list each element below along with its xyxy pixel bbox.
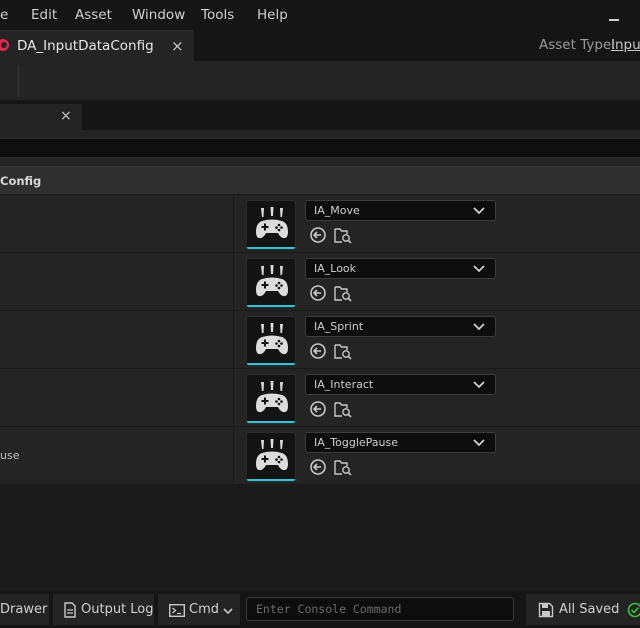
tab-close-icon[interactable]: ×: [171, 37, 184, 55]
asset-picker-combo[interactable]: IA_Sprint: [305, 316, 496, 337]
save-icon: [538, 602, 554, 618]
thumbnail-accent-bar: [247, 479, 295, 481]
thumbnail-accent-bar: [247, 363, 295, 365]
document-tab-strip: DA_InputDataConfig × Asset Type: Input: [0, 30, 640, 61]
details-search-bar[interactable]: [0, 138, 640, 158]
chevron-down-icon: [473, 439, 485, 447]
chevron-down-icon: [473, 265, 485, 273]
arrow-left-circle-icon[interactable]: [309, 400, 327, 418]
panel-tab-strip: ×: [0, 101, 640, 130]
thumbnail-accent-bar: [247, 305, 295, 307]
arrow-left-circle-icon[interactable]: [309, 458, 327, 476]
menu-tools[interactable]: Tools: [201, 7, 234, 23]
gamepad-icon: [256, 439, 288, 471]
asset-picker-value: IA_Sprint: [314, 320, 364, 333]
arrow-left-circle-icon[interactable]: [309, 226, 327, 244]
column-divider[interactable]: [233, 195, 234, 253]
category-header[interactable]: Config: [0, 166, 640, 195]
column-divider[interactable]: [233, 369, 234, 427]
menu-bar: e Edit Asset Window Tools Help: [0, 0, 640, 30]
menu-edit[interactable]: Edit: [31, 7, 57, 23]
folder-search-icon[interactable]: [334, 284, 352, 302]
details-spacer-band: [0, 158, 640, 166]
chevron-down-icon: [473, 381, 485, 389]
output-log-icon: [64, 602, 76, 618]
gamepad-icon: [256, 323, 288, 355]
menu-help[interactable]: Help: [257, 7, 288, 23]
asset-thumbnail[interactable]: [246, 432, 296, 482]
asset-picker-combo[interactable]: IA_TogglePause: [305, 432, 496, 453]
cmd-dropdown[interactable]: Cmd: [158, 594, 240, 625]
property-row: IA_Look: [0, 253, 640, 311]
minimize-button[interactable]: [609, 19, 619, 21]
gamepad-icon: [256, 265, 288, 297]
property-row: use IA_TogglePause: [0, 427, 640, 485]
category-label: Config: [0, 174, 42, 188]
property-row: IA_Sprint: [0, 311, 640, 369]
content-drawer-button[interactable]: Drawer: [0, 594, 49, 625]
asset-picker-value: IA_Move: [314, 204, 360, 217]
asset-picker-combo[interactable]: IA_Look: [305, 258, 496, 279]
property-row: IA_Move: [0, 195, 640, 253]
asset-picker-value: IA_Interact: [314, 378, 374, 391]
document-tab-title: DA_InputDataConfig: [17, 38, 154, 54]
content-drawer-label: Drawer: [0, 602, 48, 617]
asset-thumbnail[interactable]: [246, 200, 296, 250]
asset-picker-value: IA_Look: [314, 262, 357, 275]
chevron-down-icon: [473, 323, 485, 331]
asset-picker-combo[interactable]: IA_Interact: [305, 374, 496, 395]
asset-thumbnail[interactable]: [246, 258, 296, 308]
arrow-left-circle-icon[interactable]: [309, 284, 327, 302]
menu-file[interactable]: e: [0, 7, 8, 23]
asset-thumbnail[interactable]: [246, 374, 296, 424]
thumbnail-accent-bar: [247, 421, 295, 423]
asset-picker-value: IA_TogglePause: [314, 436, 398, 449]
column-divider[interactable]: [233, 253, 234, 311]
terminal-icon: [169, 604, 185, 617]
chevron-down-icon: [473, 207, 485, 215]
thumbnail-accent-bar: [247, 247, 295, 249]
console-command-input[interactable]: [246, 597, 514, 621]
property-rows: IA_Move IA_Look IA_Sprint IA_Interact us…: [0, 195, 640, 485]
menu-window[interactable]: Window: [132, 7, 185, 23]
column-divider[interactable]: [233, 427, 234, 485]
property-name: use: [0, 449, 20, 462]
folder-search-icon[interactable]: [334, 342, 352, 360]
toolbar-separator: [18, 65, 19, 97]
gamepad-icon: [256, 207, 288, 239]
folder-search-icon[interactable]: [334, 400, 352, 418]
asset-thumbnail[interactable]: [246, 316, 296, 366]
asset-picker-combo[interactable]: IA_Move: [305, 200, 496, 221]
column-divider[interactable]: [233, 311, 234, 369]
output-log-label: Output Log: [81, 602, 154, 617]
source-control-status[interactable]: All Saved: [526, 594, 640, 625]
asset-type-label: Asset Type:: [539, 37, 616, 53]
folder-search-icon[interactable]: [334, 458, 352, 476]
document-tab[interactable]: DA_InputDataConfig ×: [0, 30, 194, 61]
toolbar: [0, 61, 640, 101]
chevron-down-icon: [223, 608, 233, 615]
panel-close-icon[interactable]: ×: [60, 108, 72, 124]
details-panel-tab[interactable]: ×: [0, 104, 82, 130]
details-empty-area: [0, 485, 640, 591]
menu-asset[interactable]: Asset: [75, 7, 112, 23]
cmd-label: Cmd: [189, 602, 219, 617]
asset-type-link[interactable]: Input: [611, 37, 640, 53]
output-log-button[interactable]: Output Log: [53, 594, 154, 625]
property-row: IA_Interact: [0, 369, 640, 427]
gamepad-icon: [256, 381, 288, 413]
details-header-band: [0, 130, 640, 138]
folder-search-icon[interactable]: [334, 226, 352, 244]
data-asset-icon: [0, 39, 9, 51]
arrow-left-circle-icon[interactable]: [309, 342, 327, 360]
check-circle-icon: [627, 602, 640, 618]
all-saved-label: All Saved: [559, 602, 620, 617]
